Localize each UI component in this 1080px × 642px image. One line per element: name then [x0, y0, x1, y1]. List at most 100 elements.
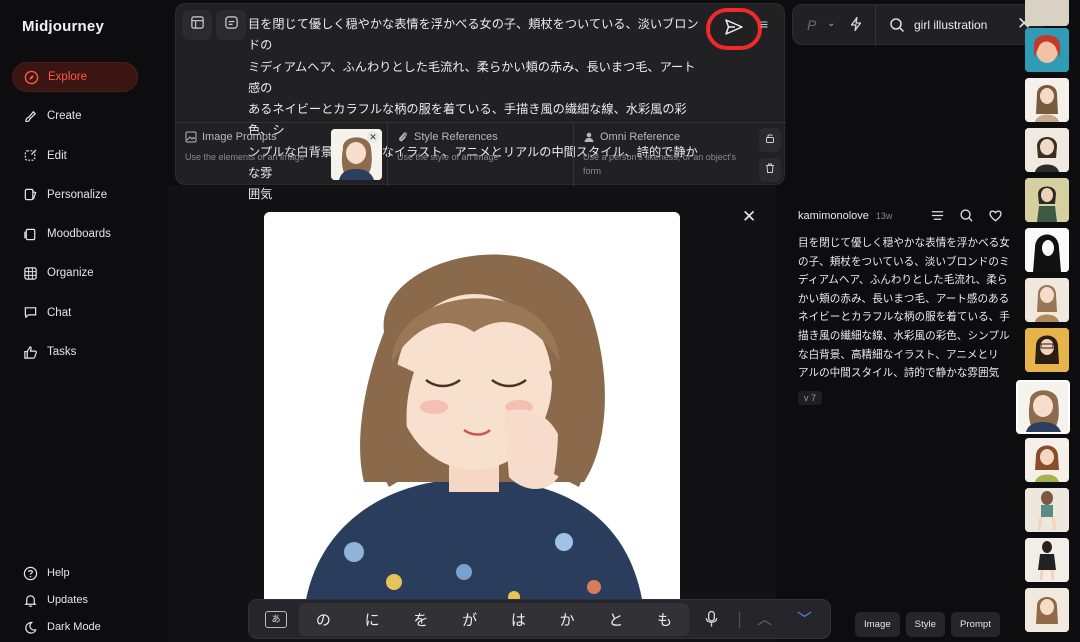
thumbnail[interactable]	[1025, 28, 1069, 72]
thumbs-up-icon	[22, 344, 38, 360]
omni-reference-panel[interactable]: Omni Reference Use a person's likeness, …	[574, 123, 760, 187]
list-icon[interactable]	[930, 208, 945, 228]
thumbnail-selected[interactable]	[1016, 380, 1070, 434]
thumbnail[interactable]	[1025, 0, 1069, 26]
thumbnail[interactable]	[1025, 78, 1069, 122]
sidebar-item-personalize[interactable]: Personalize	[12, 180, 138, 210]
thumbnail[interactable]	[1025, 278, 1069, 322]
search-divider	[875, 5, 876, 46]
author-name[interactable]: kamimonolove	[798, 210, 869, 222]
thumbnail[interactable]	[1025, 128, 1069, 172]
sidebar-item-label: Create	[47, 110, 82, 123]
sidebar-item-tasks[interactable]: Tasks	[12, 337, 138, 367]
send-prompt-button[interactable]	[706, 8, 762, 50]
detail-prompt-text[interactable]: 目を閉じて優しく穏やかな表情を浮かべる女 の子、頬杖をついている、淡いブロンドの…	[798, 234, 1010, 383]
use-as-tabs: Image Style Prompt	[855, 612, 1000, 637]
moon-icon	[22, 619, 38, 635]
sidebar-item-label: Personalize	[47, 188, 108, 201]
detail-prompt-line: ディアムヘア、ふんわりとした毛流れ、柔ら	[798, 274, 1008, 287]
image-icon	[185, 131, 197, 143]
thumbnail[interactable]	[1025, 438, 1069, 482]
ime-candidate[interactable]: も	[657, 609, 672, 630]
moodboard-icon	[22, 226, 38, 242]
thumbnail[interactable]	[1025, 178, 1069, 222]
lightning-icon[interactable]	[848, 16, 864, 37]
generated-image[interactable]	[264, 212, 680, 612]
person-icon	[584, 132, 594, 142]
bell-icon	[22, 592, 38, 608]
chevron-up-icon[interactable]: ︿	[757, 608, 772, 629]
style-references-panel[interactable]: Style References Use the style of an ima…	[388, 123, 574, 187]
personalize-icon	[22, 187, 38, 203]
style-references-label: Style References	[414, 131, 498, 143]
thumbnail[interactable]	[1025, 228, 1069, 272]
compass-icon	[23, 69, 39, 85]
use-prompt-button[interactable]: Prompt	[951, 612, 1000, 637]
sidebar-item-chat[interactable]: Chat	[12, 298, 138, 328]
detail-prompt-line: かい頬の赤み、長いまつ毛、アート感のある	[798, 292, 1010, 305]
lock-button[interactable]	[759, 128, 781, 152]
remove-reference-button[interactable]: ✕	[367, 131, 379, 143]
search-input[interactable]: girl illustration	[914, 18, 987, 32]
sidebar-item-organize[interactable]: Organize	[12, 258, 138, 288]
heart-icon[interactable]	[988, 208, 1003, 228]
settings-panel-button[interactable]	[216, 10, 246, 40]
ime-candidate[interactable]: と	[608, 609, 623, 630]
thumbnail-image	[1025, 228, 1069, 272]
use-image-button[interactable]: Image	[855, 612, 900, 637]
search-icon[interactable]	[959, 208, 974, 228]
sliders-icon	[224, 15, 239, 35]
thumbnail-image	[1025, 328, 1069, 372]
detail-prompt-line: 目を閉じて優しく穏やかな表情を浮かべる女	[798, 237, 1010, 249]
ime-candidate[interactable]: が	[462, 609, 477, 630]
chevron-down-icon[interactable]: ﹀	[797, 608, 812, 629]
thumbnail-image	[1025, 588, 1069, 632]
sidebar-item-label: Explore	[48, 71, 87, 83]
style-references-subtitle: Use the style of an image	[397, 152, 499, 162]
ime-candidate[interactable]: か	[560, 609, 575, 630]
prompt-line: 目を閉じて優しく穏やかな表情を浮かべる女の子、頬杖をついている、淡いブロンドの	[248, 17, 699, 53]
ime-mode-key[interactable]: あ	[265, 611, 287, 628]
ime-candidate[interactable]: の	[316, 609, 331, 630]
options-icon[interactable]: ≡	[760, 16, 768, 32]
sidebar-item-moodboards[interactable]: Moodboards	[12, 219, 138, 249]
image-grid-icon	[190, 15, 205, 35]
thumbnail[interactable]	[1025, 488, 1069, 532]
search-icon	[889, 17, 905, 38]
help-icon	[22, 565, 38, 581]
mode-selector-label[interactable]: P	[807, 17, 816, 33]
thumbnail[interactable]	[1025, 538, 1069, 582]
sidebar-item-label: Moodboards	[47, 228, 111, 241]
thumbnail-image	[1025, 438, 1069, 482]
thumbnail[interactable]	[1025, 588, 1069, 632]
thumbnail-strip	[1016, 0, 1080, 642]
detail-prompt-line: の子、頬杖をついている、淡いブロンドのミ	[798, 255, 1010, 268]
reference-side-buttons	[759, 128, 781, 182]
sidebar-item-dark-mode[interactable]: Dark Mode	[22, 612, 101, 642]
thumbnail-image	[1025, 78, 1069, 122]
thumbnail-image	[1025, 28, 1069, 72]
thumbnail-image	[1025, 538, 1069, 582]
image-prompts-panel[interactable]: Image Prompts Use the elements of an ima…	[176, 123, 388, 187]
microphone-icon[interactable]	[704, 610, 719, 633]
sidebar-item-create[interactable]: Create	[12, 101, 138, 131]
ime-candidate[interactable]: を	[413, 609, 428, 630]
brush-icon	[22, 108, 38, 124]
ime-suggestion-bar: あ の に を が は か と も ︿ ﹀	[248, 599, 831, 639]
sidebar-item-edit[interactable]: Edit	[12, 141, 138, 171]
delete-button[interactable]	[759, 158, 781, 182]
ime-candidate[interactable]: は	[511, 609, 526, 630]
app-logo[interactable]: Midjourney	[22, 18, 104, 35]
sidebar-item-updates[interactable]: Updates	[22, 585, 101, 615]
thumbnail[interactable]	[1025, 328, 1069, 372]
thumbnail-image	[1025, 488, 1069, 532]
close-viewer-button[interactable]: ✕	[742, 207, 756, 227]
ime-candidate[interactable]: に	[365, 609, 380, 630]
image-upload-button[interactable]	[182, 10, 212, 40]
image-prompt-thumbnail[interactable]: ✕	[331, 129, 382, 180]
sidebar-item-explore[interactable]: Explore	[12, 62, 138, 92]
use-style-button[interactable]: Style	[905, 612, 946, 637]
send-icon	[724, 17, 744, 42]
sidebar-item-help[interactable]: Help	[22, 558, 101, 588]
chevron-down-icon[interactable]: ⌄	[827, 18, 835, 29]
